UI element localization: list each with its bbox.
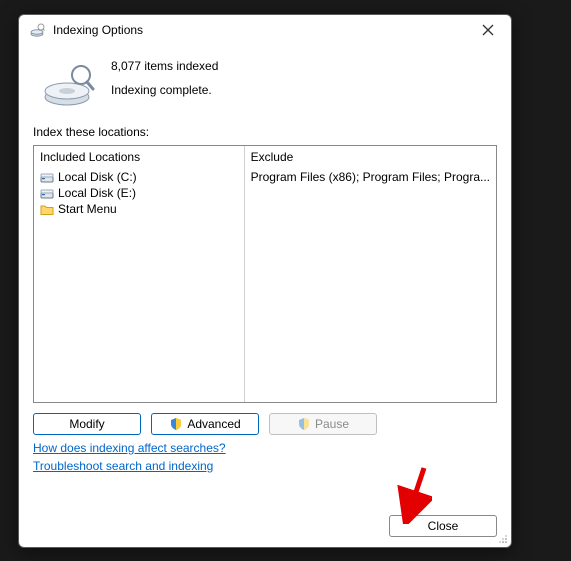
indexing-status-label: Indexing complete. <box>111 83 218 97</box>
resize-grip-icon[interactable] <box>496 532 508 544</box>
list-item[interactable]: Start Menu <box>40 202 238 216</box>
location-name: Local Disk (E:) <box>58 186 136 200</box>
exclude-value: Program Files (x86); Program Files; Prog… <box>251 170 490 184</box>
indexing-icon <box>29 22 45 38</box>
close-button[interactable]: Close <box>389 515 497 537</box>
folder-icon <box>40 202 54 216</box>
titlebar: Indexing Options <box>19 15 511 45</box>
shield-icon <box>297 417 311 431</box>
action-button-row: Modify Advanced Pause <box>33 413 497 435</box>
drive-icon <box>40 186 54 200</box>
modify-button[interactable]: Modify <box>33 413 141 435</box>
help-link-searches[interactable]: How does indexing affect searches? <box>33 441 226 455</box>
dialog-footer: Close <box>19 509 511 547</box>
status-section: 8,077 items indexed Indexing complete. <box>33 49 497 111</box>
items-indexed-label: 8,077 items indexed <box>111 59 218 73</box>
list-item[interactable]: Local Disk (C:) <box>40 170 238 184</box>
location-name: Local Disk (C:) <box>58 170 137 184</box>
shield-icon <box>169 417 183 431</box>
location-name: Start Menu <box>58 202 117 216</box>
locations-label: Index these locations: <box>33 125 497 139</box>
locations-list: Included Locations Local Disk (C:) Local… <box>33 145 497 403</box>
pause-button: Pause <box>269 413 377 435</box>
column-header-exclude: Exclude <box>251 150 490 164</box>
drive-search-icon <box>41 55 97 111</box>
drive-icon <box>40 170 54 184</box>
list-item[interactable]: Local Disk (E:) <box>40 186 238 200</box>
advanced-button[interactable]: Advanced <box>151 413 259 435</box>
troubleshoot-link[interactable]: Troubleshoot search and indexing <box>33 459 213 473</box>
close-icon[interactable] <box>473 18 503 42</box>
indexing-options-dialog: Indexing Options 8,077 items indexed Ind… <box>18 14 512 548</box>
dialog-title: Indexing Options <box>53 23 473 37</box>
column-header-included: Included Locations <box>40 150 238 164</box>
